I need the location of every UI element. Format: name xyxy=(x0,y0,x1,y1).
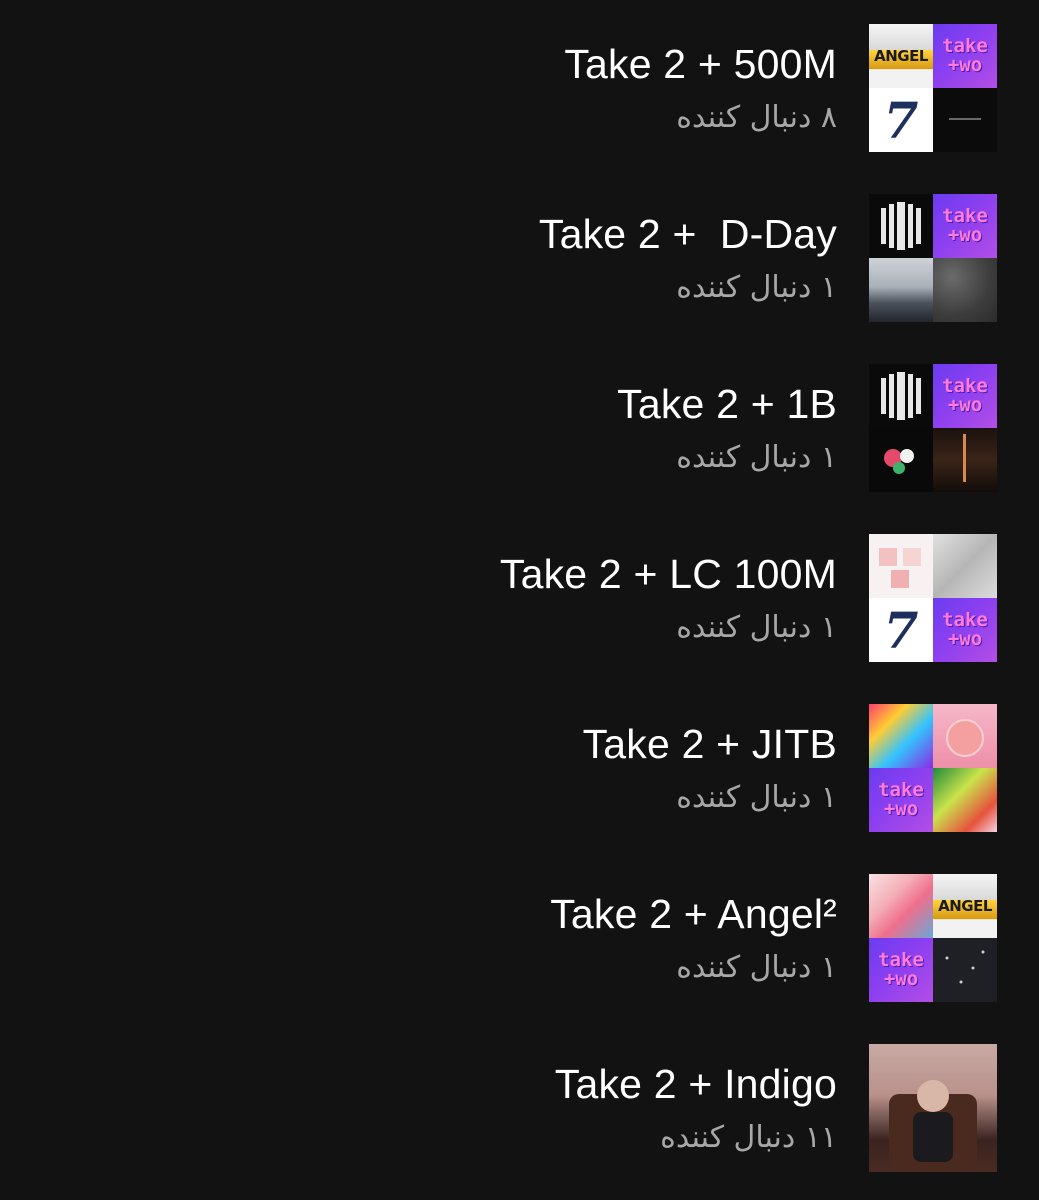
playlist-title: Take 2 + Indigo xyxy=(554,1061,837,1107)
playlist-row[interactable]: Take 2 + 1B ۱ دنبال کننده take +wo xyxy=(0,364,1039,492)
two-word: +wo xyxy=(883,798,919,820)
take-word: take xyxy=(942,35,988,57)
playlist-title: Take 2 + 1B xyxy=(617,381,837,427)
take-word: take xyxy=(878,779,924,801)
take-word: take xyxy=(942,205,988,227)
two-word: +wo xyxy=(947,628,983,650)
playlist-followers: ۱ دنبال کننده xyxy=(676,270,837,305)
playlist-followers: ۱ دنبال کننده xyxy=(676,440,837,475)
playlist-title: Take 2 + LC 100M xyxy=(499,551,837,597)
playlist-cover: take +wo xyxy=(869,364,997,492)
take-word: take xyxy=(942,375,988,397)
texture-cover xyxy=(933,258,997,322)
playlist-cover: ANGEL take +wo xyxy=(869,874,997,1002)
angel-cover: ANGEL xyxy=(869,24,933,88)
seven-cover-text: 7 xyxy=(883,90,919,150)
playlist-text: Take 2 + 1B ۱ دنبال کننده xyxy=(617,374,837,480)
cover-mosaic: take +wo xyxy=(869,704,997,832)
seven-cover-text: 7 xyxy=(883,600,919,660)
playlist-followers: ۱۱ دنبال کننده xyxy=(660,1120,837,1155)
landscape-cover xyxy=(869,258,933,322)
two-word: +wo xyxy=(883,968,919,990)
cover-mosaic: take +wo xyxy=(869,194,997,322)
proof-cover xyxy=(869,364,933,428)
angel-cover-text: ANGEL xyxy=(874,47,928,65)
flower-cover xyxy=(869,428,933,492)
playlist-row[interactable]: Take 2 + D-Day ۱ دنبال کننده take +wo xyxy=(0,194,1039,322)
colorful-cover xyxy=(869,704,933,768)
two-word: +wo xyxy=(947,394,983,416)
pink-grid-cover xyxy=(869,534,933,598)
angel-cover-text: ANGEL xyxy=(938,897,992,915)
take-two-cover: take +wo xyxy=(933,364,997,428)
playlist-title: Take 2 + D-Day xyxy=(538,211,837,257)
playlist-followers: ۱ دنبال کننده xyxy=(676,610,837,645)
take-two-cover: take +wo xyxy=(869,938,933,1002)
sword-cover xyxy=(933,428,997,492)
take-word: take xyxy=(878,949,924,971)
take-two-cover: take +wo xyxy=(933,194,997,258)
proof-cover xyxy=(869,194,933,258)
playlist-text: Take 2 + 500M ۸ دنبال کننده xyxy=(564,34,837,140)
floral-cover xyxy=(869,874,933,938)
playlist-text: Take 2 + D-Day ۱ دنبال کننده xyxy=(539,204,837,310)
playlist-cover: ANGEL take +wo 7 xyxy=(869,24,997,152)
playlist-cover xyxy=(869,1044,997,1172)
playlist-title: Take 2 + Angel² xyxy=(550,891,837,937)
playlist-row[interactable]: Take 2 + LC 100M ۱ دنبال کننده 7 take +wo xyxy=(0,534,1039,662)
planet-cover xyxy=(933,704,997,768)
playlist-followers: ۸ دنبال کننده xyxy=(676,100,837,135)
playlist-cover: take +wo xyxy=(869,194,997,322)
playlist-text: Take 2 + LC 100M ۱ دنبال کننده xyxy=(500,544,837,650)
playlist-followers: ۱ دنبال کننده xyxy=(676,780,837,815)
green-art-cover xyxy=(933,768,997,832)
cover-mosaic: take +wo xyxy=(869,364,997,492)
cover-mosaic: ANGEL take +wo 7 xyxy=(869,24,997,152)
playlist-followers: ۱ دنبال کننده xyxy=(676,950,837,985)
dark-stars-cover xyxy=(933,938,997,1002)
seven-cover: 7 xyxy=(869,88,933,152)
cover-mosaic: ANGEL take +wo xyxy=(869,874,997,1002)
playlist-cover: take +wo xyxy=(869,704,997,832)
playlist-text: Take 2 + Angel² ۱ دنبال کننده xyxy=(550,884,837,990)
angel-cover: ANGEL xyxy=(933,874,997,938)
take-word: take xyxy=(942,609,988,631)
playlist-text: Take 2 + JITB ۱ دنبال کننده xyxy=(583,714,837,820)
playlist-title: Take 2 + 500M xyxy=(564,41,837,87)
playlist-row[interactable]: Take 2 + Angel² ۱ دنبال کننده ANGEL take… xyxy=(0,874,1039,1002)
playlist-cover: 7 take +wo xyxy=(869,534,997,662)
take-two-cover: take +wo xyxy=(933,598,997,662)
playlist-list: Take 2 + 500M ۸ دنبال کننده ANGEL take +w… xyxy=(0,0,1039,1200)
take-two-cover: take +wo xyxy=(933,24,997,88)
seven-cover: 7 xyxy=(869,598,933,662)
playlist-row[interactable]: Take 2 + 500M ۸ دنبال کننده ANGEL take +w… xyxy=(0,24,1039,152)
portrait-cover xyxy=(869,1044,997,1172)
cover-mosaic: 7 take +wo xyxy=(869,534,997,662)
playlist-row[interactable]: Take 2 + JITB ۱ دنبال کننده take +wo xyxy=(0,704,1039,832)
take-two-cover: take +wo xyxy=(869,768,933,832)
playlist-row[interactable]: Take 2 + Indigo ۱۱ دنبال کننده xyxy=(0,1044,1039,1172)
playlist-title: Take 2 + JITB xyxy=(582,721,837,767)
playlist-text: Take 2 + Indigo ۱۱ دنبال کننده xyxy=(555,1054,837,1160)
dark-cover xyxy=(933,88,997,152)
two-word: +wo xyxy=(947,224,983,246)
two-word: +wo xyxy=(947,54,983,76)
silver-cover xyxy=(933,534,997,598)
